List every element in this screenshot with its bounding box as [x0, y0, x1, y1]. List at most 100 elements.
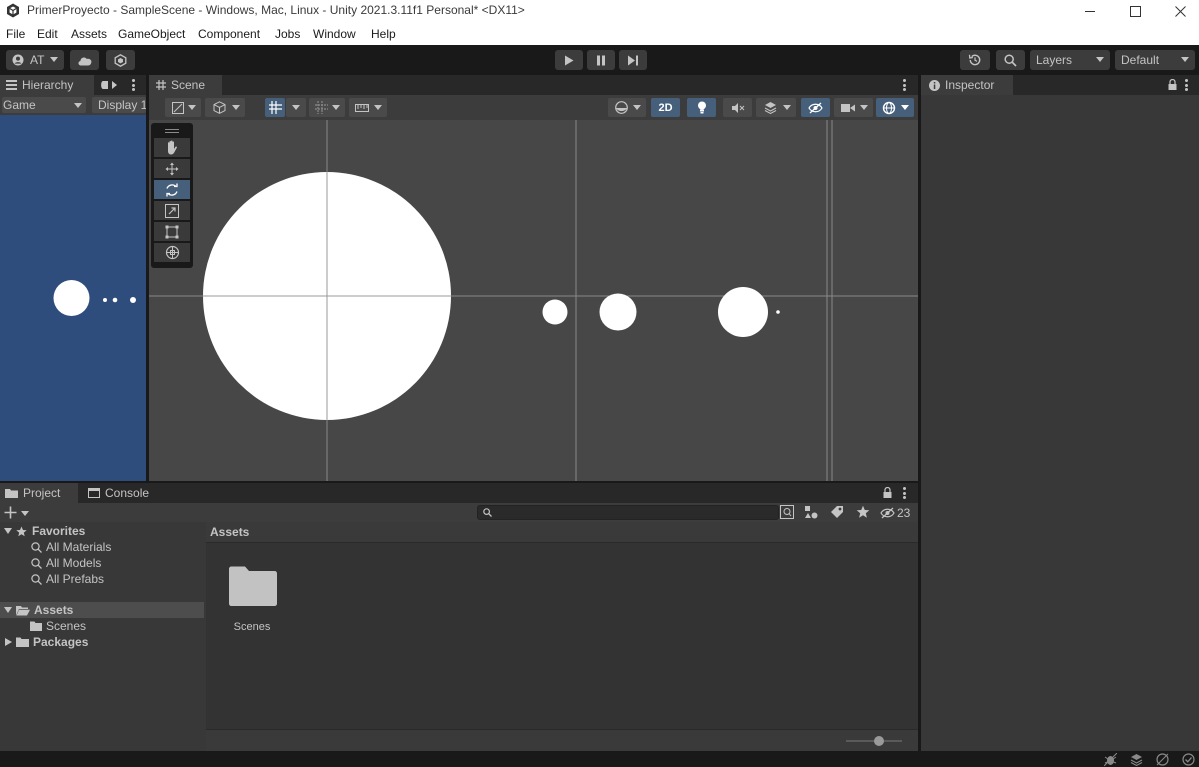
filter-type-icon[interactable]: [804, 505, 818, 519]
debug-bug-icon[interactable]: [1104, 753, 1117, 766]
search-by-type-icon[interactable]: [780, 505, 794, 519]
history-icon: [968, 53, 982, 67]
menu-assets[interactable]: Assets: [71, 27, 107, 41]
minimize-button[interactable]: [1067, 0, 1113, 22]
close-button[interactable]: [1157, 0, 1199, 22]
layers-dropdown[interactable]: Layers: [1030, 50, 1110, 70]
play-button[interactable]: [555, 50, 583, 70]
tab-hierarchy[interactable]: Hierarchy: [0, 75, 94, 95]
ruler-dropdown[interactable]: [349, 98, 387, 117]
asset-folder-scenes[interactable]: Scenes: [224, 564, 280, 634]
maximize-button[interactable]: [1112, 0, 1158, 22]
cube-icon: [213, 101, 226, 114]
game-dropdown[interactable]: Game: [2, 97, 86, 113]
menu-component[interactable]: Component: [198, 27, 260, 41]
snap-increment-dropdown[interactable]: [309, 98, 345, 117]
menu-file[interactable]: File: [6, 27, 25, 41]
step-icon: [627, 55, 639, 66]
check-icon[interactable]: [1182, 753, 1195, 766]
menu-edit[interactable]: Edit: [37, 27, 58, 41]
layers-label: Layers: [1036, 53, 1073, 67]
display-dropdown[interactable]: Display 1: [92, 97, 146, 113]
tree-all-prefabs[interactable]: All Prefabs: [0, 571, 204, 587]
collab-button[interactable]: [106, 50, 135, 70]
tree-all-models[interactable]: All Models: [0, 555, 204, 571]
search-icon: [1004, 53, 1017, 67]
account-dropdown[interactable]: AT: [6, 50, 64, 70]
gizmos-dropdown[interactable]: [876, 98, 914, 117]
grid-snap-icon: [268, 101, 282, 114]
rect-tool-button[interactable]: [154, 222, 190, 241]
tree-all-materials[interactable]: All Materials: [0, 539, 204, 555]
tree-favorites[interactable]: Favorites: [0, 523, 204, 539]
tab-console[interactable]: Console: [80, 483, 160, 503]
tree-packages[interactable]: Packages: [0, 634, 204, 650]
tree-favorites-label: Favorites: [32, 524, 86, 538]
rotate-tool-button[interactable]: [154, 180, 190, 199]
game-planet-2: [112, 297, 118, 303]
menu-jobs[interactable]: Jobs: [275, 27, 300, 41]
transform-tool-button[interactable]: [154, 243, 190, 262]
game-view[interactable]: [0, 115, 146, 481]
effects-dropdown[interactable]: [756, 98, 796, 117]
move-tool-button[interactable]: [154, 159, 190, 178]
tree-assets[interactable]: Assets: [0, 602, 204, 618]
label-tag-icon[interactable]: [830, 505, 844, 519]
scene-toolbar: 2D: [149, 95, 918, 120]
window-title: PrimerProyecto - SampleScene - Windows, …: [27, 3, 525, 17]
tab-game[interactable]: [96, 75, 124, 95]
2d-toggle-button[interactable]: 2D: [651, 98, 680, 117]
game-planet-3: [130, 297, 136, 303]
shading-dropdown[interactable]: [205, 98, 245, 117]
render-mode-dropdown[interactable]: [608, 98, 646, 117]
search-button[interactable]: [996, 50, 1025, 70]
asset-folder-label: Scenes: [233, 621, 271, 633]
undo-history-button[interactable]: [960, 50, 990, 70]
favorite-star-icon[interactable]: [856, 505, 870, 519]
icon-size-slider-thumb[interactable]: [874, 736, 884, 746]
lighting-status-icon[interactable]: [1156, 753, 1169, 766]
inspector-panel: Inspector: [921, 75, 1199, 751]
project-menu-icon[interactable]: [903, 487, 906, 499]
scene-view[interactable]: [149, 120, 918, 481]
tab-project[interactable]: Project: [0, 483, 78, 503]
audio-toggle-button[interactable]: [723, 98, 752, 117]
draw-mode-dropdown[interactable]: [165, 98, 201, 117]
cloud-button[interactable]: [70, 50, 99, 70]
star-icon: [16, 526, 27, 537]
game-tab-icon: [100, 80, 118, 90]
step-button[interactable]: [619, 50, 647, 70]
hand-tool-button[interactable]: [154, 138, 190, 157]
grid-options-dropdown[interactable]: [286, 98, 306, 117]
tree-item-label: All Prefabs: [46, 572, 105, 586]
scene-visibility-button[interactable]: [801, 98, 830, 117]
menu-help[interactable]: Help: [371, 27, 396, 41]
create-dropdown[interactable]: [4, 505, 32, 520]
palette-handle-icon[interactable]: [165, 129, 179, 130]
breadcrumb-assets[interactable]: Assets: [210, 525, 249, 539]
plus-icon: [4, 506, 17, 519]
tab-inspector[interactable]: Inspector: [921, 75, 1013, 95]
layers-status-icon[interactable]: [1130, 753, 1143, 766]
hierarchy-menu-icon[interactable]: [132, 79, 135, 91]
project-lock-icon[interactable]: [883, 487, 892, 498]
menu-gameobject[interactable]: GameObject: [118, 27, 185, 41]
inspector-menu-icon[interactable]: [1185, 79, 1188, 91]
grid-toggle-button[interactable]: [265, 98, 285, 117]
inspector-tabbar: Inspector: [921, 75, 1199, 95]
scene-menu-icon[interactable]: [903, 79, 906, 91]
scale-tool-button[interactable]: [154, 201, 190, 220]
gizmos-icon: [882, 101, 896, 115]
menu-window[interactable]: Window: [313, 27, 356, 41]
tab-scene-label: Scene: [171, 78, 206, 92]
tree-scenes[interactable]: Scenes: [0, 618, 204, 634]
camera-dropdown[interactable]: [834, 98, 873, 117]
scene-render: [149, 120, 918, 481]
lighting-toggle-button[interactable]: [687, 98, 716, 117]
project-search-input[interactable]: [477, 505, 779, 520]
tab-scene[interactable]: Scene: [149, 75, 222, 95]
pause-button[interactable]: [587, 50, 615, 70]
hidden-packages-toggle[interactable]: 23: [880, 505, 910, 520]
layout-dropdown[interactable]: Default: [1115, 50, 1195, 70]
lock-icon[interactable]: [1168, 79, 1177, 90]
